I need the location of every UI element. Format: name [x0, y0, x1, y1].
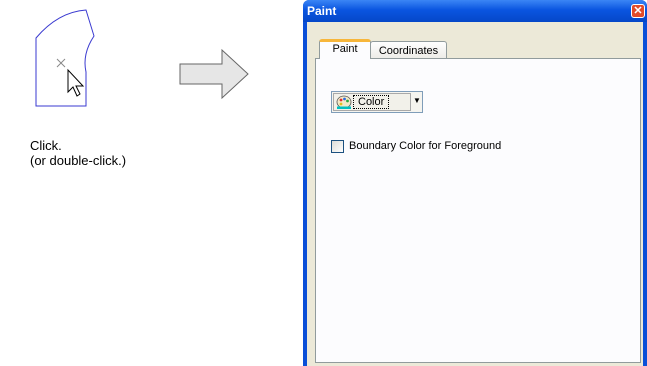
close-button[interactable]: ✕: [631, 4, 645, 18]
boundary-color-checkbox[interactable]: [331, 140, 344, 153]
dialog-client-area: Paint Coordinates Color ▼ Boundary Color…: [307, 22, 643, 366]
tab-paint[interactable]: Paint: [319, 39, 371, 59]
instruction-line-2: (or double-click.): [30, 153, 127, 168]
shape-outline: [35, 9, 95, 107]
color-dropdown-value: Color: [353, 95, 390, 109]
instruction-text: Click. (or double-click.): [30, 138, 126, 168]
chevron-down-icon[interactable]: ▼: [413, 93, 421, 111]
paint-dialog: Paint ✕ Paint Coordinates Color ▼ Bounda…: [303, 0, 647, 366]
color-dropdown[interactable]: Color ▼: [331, 91, 423, 113]
title-bar[interactable]: Paint ✕: [303, 0, 647, 22]
selected-shape-illustration[interactable]: [28, 8, 108, 108]
palette-icon: [336, 95, 352, 109]
close-icon: ✕: [633, 5, 643, 17]
boundary-color-label[interactable]: Boundary Color for Foreground: [349, 139, 501, 153]
color-button[interactable]: Color: [333, 93, 411, 111]
instruction-line-1: Click.: [30, 138, 62, 153]
tab-coordinates[interactable]: Coordinates: [370, 41, 447, 59]
dialog-title: Paint: [307, 4, 337, 18]
right-arrow-icon: [179, 48, 249, 100]
tab-panel-paint: Color ▼ Boundary Color for Foreground: [315, 58, 641, 363]
